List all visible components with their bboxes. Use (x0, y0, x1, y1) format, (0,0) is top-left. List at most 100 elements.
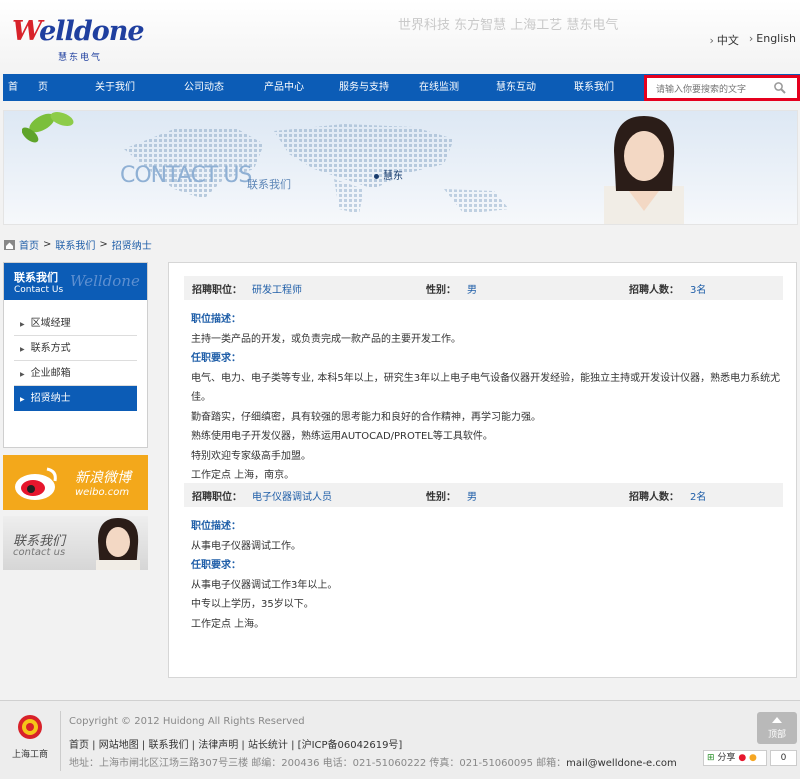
sidebar-watermark: Welldone (70, 272, 140, 290)
sidebar-title-cn: 联系我们 (14, 271, 58, 284)
gov-badge-label: 上海工商 (11, 750, 48, 760)
gender-label: 性别： (426, 491, 456, 503)
contact-us-banner[interactable]: 联系我们 contact us (3, 516, 148, 570)
weibo-share-icon[interactable]: ● (738, 753, 746, 763)
job-desc-line: 从事电子仪器调试工作。 (191, 540, 301, 552)
copyright-text: Copyright © 2012 Huidong All Rights Rese… (69, 716, 305, 727)
gender-label: 性别： (426, 284, 456, 296)
qzone-share-icon[interactable]: ● (749, 753, 757, 763)
job-req-heading: 任职要求： (191, 353, 241, 364)
lang-en-link[interactable]: › English (749, 32, 796, 48)
footer-link-icp[interactable]: [沪ICP备06042619号] (298, 740, 403, 751)
share-button[interactable]: ⊞ 分享 ● ● (703, 750, 767, 766)
job-req-line: 工作定点 上海。 (191, 618, 265, 630)
job-listing: 招聘职位： 电子仪器调试人员 性别： 男 招聘人数： 2名 职位描述： 从事电子… (184, 483, 783, 634)
contact-label-en: contact us (13, 547, 66, 558)
job-req-line: 电气、电力、电子类等专业, 本科5年以上，研究生3年以上电子电气设备仪器开发经验… (191, 372, 781, 404)
nav-item-monitoring[interactable]: 在线监测 (409, 74, 469, 101)
footer-link-legal[interactable]: 法律声明 (198, 740, 238, 751)
share-plus-icon: ⊞ (707, 753, 715, 763)
position-value: 电子仪器调试人员 (252, 491, 332, 503)
breadcrumb-contact[interactable]: 联系我们 (55, 237, 95, 252)
count-value: 3名 (690, 284, 707, 296)
job-req-heading: 任职要求： (191, 560, 241, 571)
sidebar-item-regional-manager[interactable]: ▶ 区域经理 (14, 311, 137, 336)
logo-wordmark: Welldone (12, 16, 145, 47)
government-emblem-icon (18, 715, 42, 739)
weibo-icon (15, 467, 57, 500)
position-label: 招聘职位： (192, 284, 242, 296)
search-icon[interactable] (773, 81, 787, 95)
triangle-icon: ▶ (20, 321, 25, 328)
footer-link-stats[interactable]: 站长统计 (248, 740, 288, 751)
nav-item-interaction[interactable]: 慧东互动 (486, 74, 546, 101)
count-label: 招聘人数： (629, 491, 679, 503)
recruitment-content: 招聘职位： 研发工程师 性别： 男 招聘人数： 3名 职位描述： 主持一类产品的… (168, 262, 797, 678)
back-to-top-button[interactable]: 顶部 (757, 712, 797, 744)
footer-link-home[interactable]: 首页 (69, 740, 89, 751)
welldone-logo[interactable]: Welldone 慧东电气 (12, 14, 145, 64)
sidebar-item-company-mail[interactable]: ▶ 企业邮箱 (14, 361, 137, 386)
search-input[interactable] (656, 83, 768, 97)
header-slogan: 世界科技 东方智慧 上海工艺 慧东电气 (398, 18, 619, 33)
gender-value: 男 (467, 284, 477, 296)
sidebar-header: 联系我们 Contact Us Welldone (4, 263, 147, 300)
banner-title-en: CONTACT US (120, 163, 252, 188)
arrow-up-icon (772, 717, 782, 723)
site-footer: 上海工商 Copyright © 2012 Huidong All Rights… (0, 700, 800, 779)
language-switcher: › 中文 › English (709, 32, 796, 48)
footer-link-contact[interactable]: 联系我们 (148, 740, 188, 751)
job-listing: 招聘职位： 研发工程师 性别： 男 招聘人数： 3名 职位描述： 主持一类产品的… (184, 276, 783, 490)
sidebar-item-contact-info[interactable]: ▶ 联系方式 (14, 336, 137, 361)
nav-item-contact[interactable]: 联系我们 (564, 74, 624, 101)
nav-item-news[interactable]: 公司动态 (174, 74, 234, 101)
nav-item-about[interactable]: 关于我们 (73, 74, 157, 101)
contact-woman-photo (96, 518, 140, 570)
home-icon (4, 239, 15, 250)
job-header-bar: 招聘职位： 电子仪器调试人员 性别： 男 招聘人数： 2名 (184, 483, 783, 507)
job-req-line: 勤奋踏实，仔细缜密，具有较强的思考能力和良好的合作精神，再学习能力强。 (191, 411, 541, 423)
footer-address: 地址：上海市闸北区江场三路307号三楼 邮编：200436 电话：021-510… (69, 758, 677, 769)
logo-subtitle: 慧东电气 (58, 53, 103, 63)
search-box (644, 75, 800, 101)
sidebar-menu: 联系我们 Contact Us Welldone ▶ 区域经理 ▶ 联系方式 ▶ 企业… (3, 262, 148, 448)
nav-item-home[interactable]: 首 页 (3, 74, 53, 101)
footer-links: 首页 | 网站地图 | 联系我们 | 法律声明 | 站长统计 | [沪ICP备0… (69, 740, 403, 751)
contact-banner: CONTACT US 联系我们 慧东 (3, 110, 798, 225)
banner-title-cn: 联系我们 (247, 178, 291, 191)
nav-item-products[interactable]: 产品中心 (254, 74, 314, 101)
sidebar-item-recruitment[interactable]: ▶ 招贤纳士 (14, 386, 137, 411)
breadcrumb: 首页 > 联系我们 > 招贤纳士 (4, 237, 152, 252)
job-req-line: 熟练使用电子开发仪器，熟练运用AUTOCAD/PROTEL等工具软件。 (191, 431, 493, 442)
job-desc-heading: 职位描述： (191, 521, 241, 532)
weibo-label-cn: 新浪微博 (75, 470, 131, 486)
breadcrumb-separator: > (43, 239, 52, 250)
gov-badge[interactable]: 上海工商 (10, 714, 50, 760)
footer-divider (60, 711, 61, 771)
job-req-line: 特别欢迎专家级高手加盟。 (191, 450, 311, 462)
weibo-label-en: weibo.com (75, 487, 130, 498)
footer-email[interactable]: mail@welldone-e.com (566, 758, 677, 769)
job-desc-line: 主持一类产品的开发，或负责完成一款产品的主要开发工作。 (191, 333, 461, 345)
map-location-marker: 慧东 (374, 167, 403, 182)
banner-woman-photo (604, 116, 684, 224)
triangle-icon: ▶ (20, 396, 25, 403)
position-label: 招聘职位： (192, 491, 242, 503)
breadcrumb-separator: > (99, 239, 108, 250)
position-value: 研发工程师 (252, 284, 302, 296)
share-count: 0 (770, 750, 797, 766)
count-value: 2名 (690, 491, 707, 503)
sidebar-title-en: Contact Us (14, 285, 64, 295)
main-nav: 首 页 关于我们 公司动态 产品中心 服务与支持 在线监测 慧东互动 联系我们 (3, 74, 800, 101)
triangle-icon: ▶ (20, 346, 25, 353)
weibo-banner[interactable]: 新浪微博 weibo.com (3, 455, 148, 510)
breadcrumb-current[interactable]: 招贤纳士 (112, 237, 152, 252)
job-header-bar: 招聘职位： 研发工程师 性别： 男 招聘人数： 3名 (184, 276, 783, 300)
job-req-line: 从事电子仪器调试工作3年以上。 (191, 579, 338, 591)
footer-link-sitemap[interactable]: 网站地图 (99, 740, 139, 751)
triangle-icon: ▶ (20, 371, 25, 378)
breadcrumb-home[interactable]: 首页 (19, 237, 39, 252)
lang-cn-link[interactable]: › 中文 (709, 32, 738, 48)
count-label: 招聘人数： (629, 284, 679, 296)
nav-item-service[interactable]: 服务与支持 (329, 74, 399, 101)
